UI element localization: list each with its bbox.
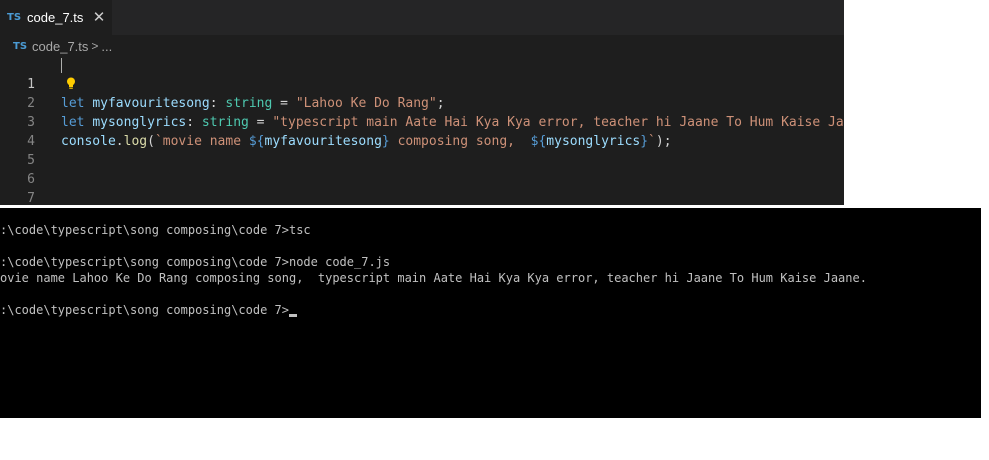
code-line: 1 let myfavouritesong: string = "Lahoo K… <box>0 56 844 111</box>
breadcrumb-more[interactable]: ... <box>101 39 112 54</box>
tab-title: code_7.ts <box>27 10 84 25</box>
close-icon[interactable]: ✕ <box>90 8 108 26</box>
terminal-line: :\code\typescript\song composing\code 7>… <box>0 255 391 269</box>
breadcrumb: TS code_7.ts > ... <box>0 35 844 57</box>
code-editor: TS code_7.ts ✕ TS code_7.ts > ... 1 let … <box>0 0 844 205</box>
code-area[interactable]: 1 let myfavouritesong: string = "Lahoo K… <box>0 56 844 205</box>
code-line: 6 <box>0 151 844 187</box>
code-line: 2 let mysonglyrics: string = "typescript… <box>0 75 844 130</box>
code-line: 3 console.log(`movie name ${myfavourites… <box>0 94 844 149</box>
typescript-file-icon: TS <box>13 40 28 52</box>
code-line: 4 <box>0 113 844 149</box>
tab-code-7-ts[interactable]: TS code_7.ts ✕ <box>0 0 112 35</box>
terminal-line: :\code\typescript\song composing\code 7>… <box>0 223 311 237</box>
terminal-cursor <box>288 314 297 317</box>
terminal-output[interactable]: :\code\typescript\song composing\code 7>… <box>0 208 981 418</box>
typescript-file-icon: TS <box>7 12 22 23</box>
screenshot: TS code_7.ts ✕ TS code_7.ts > ... 1 let … <box>0 0 989 460</box>
chevron-right-icon: > <box>91 39 99 53</box>
terminal-line: ovie name Lahoo Ke Do Rang composing son… <box>0 271 867 285</box>
terminal-prompt: :\code\typescript\song composing\code 7> <box>0 303 289 317</box>
tab-bar: TS code_7.ts ✕ <box>0 0 844 35</box>
code-line: 8 <box>0 189 844 205</box>
terminal-prompt-line: :\code\typescript\song composing\code 7> <box>0 302 297 318</box>
text-cursor <box>61 58 62 73</box>
code-line: 7 <box>0 170 844 205</box>
breadcrumb-file[interactable]: code_7.ts <box>32 39 88 54</box>
code-line: 5 <box>0 132 844 168</box>
lightbulb-icon[interactable] <box>66 77 76 90</box>
